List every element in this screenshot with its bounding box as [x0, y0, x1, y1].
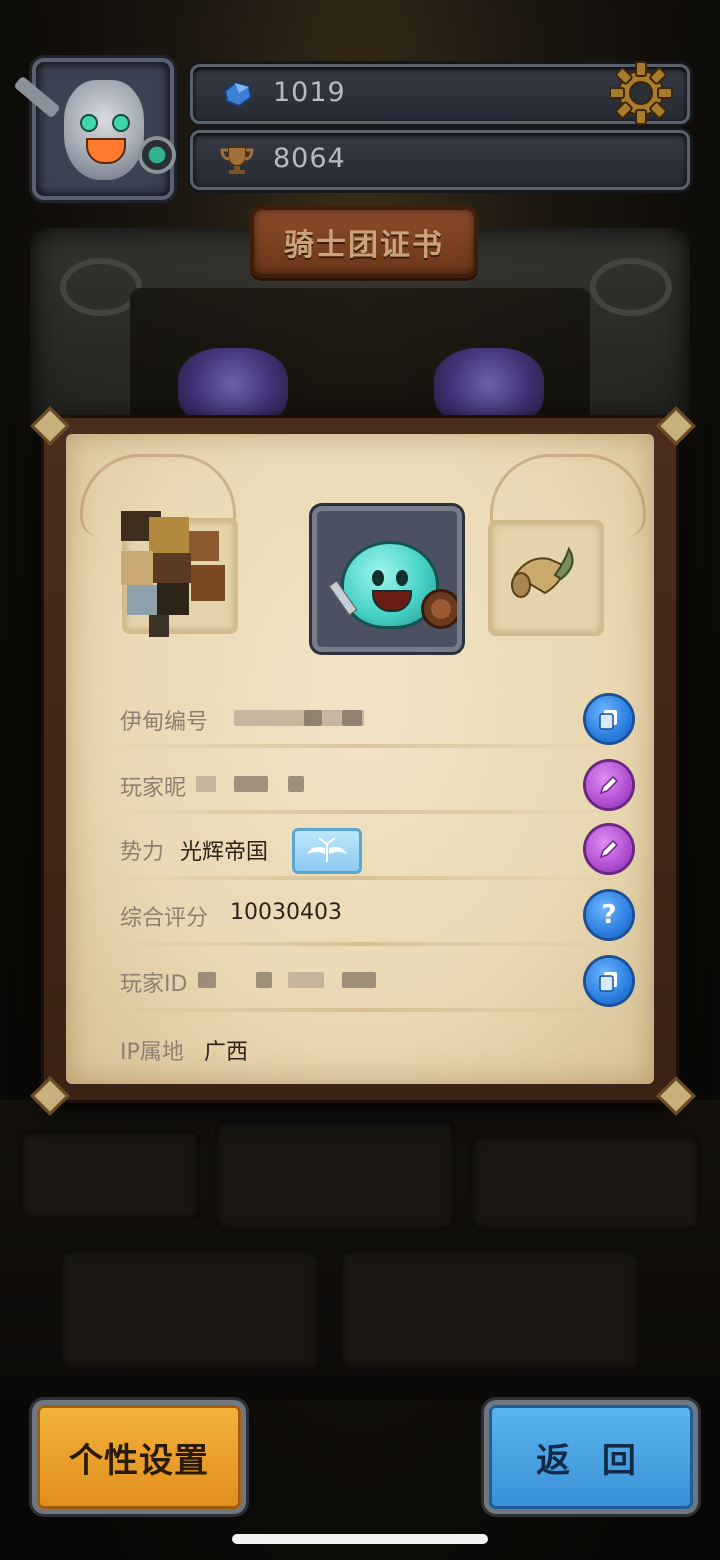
row-ip-location: IP属地 广西 — [66, 1026, 654, 1074]
gate-swirl-right — [590, 258, 672, 316]
pixel-block — [149, 615, 169, 637]
stone-brick — [20, 1130, 200, 1220]
parchment: 伊甸编号 玩家昵 势力 光辉帝国 综合评分 10030403 ? 玩家ID IP… — [66, 434, 654, 1084]
player-avatar[interactable] — [32, 58, 174, 200]
purple-gem-decoration — [178, 348, 288, 428]
pixel-block — [153, 553, 191, 583]
pixel-block — [157, 583, 189, 615]
slime-eye — [372, 570, 384, 586]
page-title: 骑士团证书 — [284, 228, 444, 263]
help-icon: ? — [601, 900, 617, 930]
edit-faction-button[interactable] — [586, 826, 632, 872]
row-label: 势力 — [120, 840, 165, 865]
stone-brick — [60, 1250, 320, 1370]
robot-mouth — [86, 138, 126, 164]
edit-icon — [599, 775, 619, 795]
slime-eye — [396, 570, 408, 586]
pixel-block — [149, 517, 189, 553]
redacted-value — [234, 776, 268, 792]
row-label: 综合评分 — [120, 906, 209, 931]
scroll-slot[interactable] — [488, 520, 604, 636]
gems-value: 1019 — [273, 77, 346, 108]
pixel-block — [189, 531, 219, 561]
row-divider — [106, 876, 616, 880]
back-button[interactable]: 返 回 — [484, 1400, 698, 1514]
home-indicator[interactable] — [232, 1534, 488, 1544]
row-label: 伊甸编号 — [120, 710, 209, 735]
copy-icon — [599, 710, 617, 730]
row-score: 综合评分 10030403 ? — [66, 892, 654, 940]
badge-slot[interactable] — [121, 511, 238, 637]
trophy-icon — [219, 145, 255, 175]
robot-gear — [138, 136, 176, 174]
row-player-id: 玩家ID — [66, 958, 654, 1006]
robot-avatar-icon — [64, 80, 144, 180]
scroll-quill-icon — [509, 545, 583, 607]
copy-icon — [599, 972, 617, 992]
hero-portrait[interactable] — [312, 506, 462, 652]
title-plaque: 骑士团证书 — [250, 206, 478, 278]
blue-gem-icon — [219, 79, 255, 109]
robot-eye — [112, 114, 130, 132]
gear-icon[interactable] — [606, 58, 676, 128]
pixel-block — [127, 585, 157, 615]
edit-icon — [599, 839, 619, 859]
trophy-bar: 8064 — [190, 130, 690, 190]
score-value: 10030403 — [230, 900, 342, 925]
row-label: 玩家昵 — [120, 776, 187, 801]
trophy-value: 8064 — [273, 143, 346, 174]
pixel-block — [191, 565, 225, 601]
stone-brick — [215, 1120, 455, 1230]
customize-button-label: 个性设置 — [69, 1440, 209, 1481]
faction-wings-icon — [292, 828, 362, 874]
stone-floor — [0, 1100, 720, 1400]
row-divider — [106, 744, 616, 748]
redacted-value — [342, 710, 362, 726]
redacted-value — [196, 776, 216, 792]
copy-button[interactable] — [586, 696, 632, 742]
redacted-value — [288, 972, 324, 988]
row-divider — [106, 942, 616, 946]
slime-mouth — [372, 590, 412, 612]
purple-gem-decoration — [434, 348, 544, 428]
robot-eye — [80, 114, 98, 132]
row-divider — [106, 810, 616, 814]
edit-nickname-button[interactable] — [586, 762, 632, 808]
row-nickname: 玩家昵 — [66, 762, 654, 810]
copy-id-button[interactable] — [586, 958, 632, 1004]
stone-brick — [470, 1135, 700, 1230]
redacted-value — [304, 710, 322, 726]
redacted-value — [288, 776, 304, 792]
redacted-value — [198, 972, 216, 988]
redacted-value — [342, 972, 376, 988]
back-button-label: 返 回 — [536, 1440, 646, 1481]
ip-location-value: 广西 — [204, 1040, 249, 1065]
stone-brick — [340, 1250, 640, 1370]
help-button[interactable]: ? — [586, 892, 632, 938]
pixel-block — [121, 551, 153, 585]
redacted-value — [256, 972, 272, 988]
row-faction: 势力 光辉帝国 — [66, 826, 654, 874]
faction-value: 光辉帝国 — [180, 840, 269, 865]
row-label: IP属地 — [120, 1040, 184, 1065]
row-label: 玩家ID — [120, 972, 188, 997]
row-eden-number: 伊甸编号 — [66, 696, 654, 744]
shield-icon — [421, 589, 457, 629]
row-divider — [106, 1008, 616, 1012]
certificate-card: 伊甸编号 玩家昵 势力 光辉帝国 综合评分 10030403 ? 玩家ID IP… — [30, 406, 696, 1116]
customize-button[interactable]: 个性设置 — [32, 1400, 246, 1514]
